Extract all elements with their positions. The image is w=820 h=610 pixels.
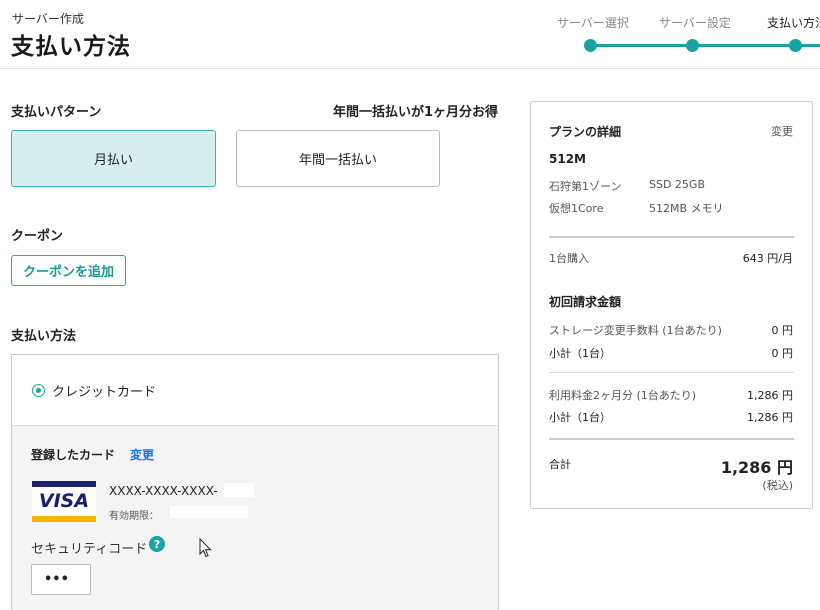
plan-name: 512M: [549, 152, 586, 166]
subtotal-value-1: 0 円: [771, 347, 794, 360]
monthly-payment-option[interactable]: 月払い: [11, 130, 216, 187]
total-value: 1,286 円: [720, 458, 793, 477]
security-code-input[interactable]: •••: [31, 564, 91, 595]
plan-zone: 石狩第1ゾーン: [549, 180, 622, 193]
card-brand-text: VISA: [38, 490, 90, 512]
add-coupon-button[interactable]: クーポンを追加: [11, 255, 126, 286]
credit-card-option[interactable]: クレジットカード: [12, 355, 498, 426]
stepper-line: [590, 44, 820, 47]
payment-method-box: クレジットカード 登録したカード 変更 VISA XXXX-XXXX-XXXX-…: [11, 354, 499, 610]
usage-fee-value: 1,286 円: [747, 389, 793, 402]
initial-billing-title: 初回請求金額: [549, 295, 622, 309]
card-change-link[interactable]: 変更: [130, 446, 154, 463]
subtotal-label-1: 小計（1台）: [549, 347, 611, 360]
divider: [549, 236, 794, 238]
card-number: XXXX-XXXX-XXXX-: [109, 484, 218, 498]
registered-card-panel: 登録したカード 変更 VISA XXXX-XXXX-XXXX- 有効期限： セキ…: [12, 426, 498, 610]
storage-fee-value: 0 円: [771, 324, 794, 337]
purchase-label: 1台購入: [549, 252, 589, 265]
payment-method-title: 支払い方法: [11, 329, 77, 344]
card-expiry-redaction: [170, 506, 248, 518]
plan-memory: 512MB メモリ: [649, 202, 724, 215]
subtotal-label-2: 小計（1台）: [549, 411, 611, 424]
storage-fee-label: ストレージ変更手数料 (1台あたり): [549, 324, 722, 337]
step-label-server-select: サーバー選択: [557, 16, 629, 30]
payment-pattern-title: 支払いパターン: [11, 105, 102, 120]
mouse-cursor-icon: [199, 538, 212, 558]
step-dot-2: [686, 39, 699, 52]
credit-card-label: クレジットカード: [52, 385, 157, 400]
security-code-label: セキュリティコード: [31, 542, 148, 557]
tax-note: (税込): [762, 479, 793, 492]
step-dot-3: [789, 39, 802, 52]
plan-change-link[interactable]: 変更: [771, 123, 793, 139]
plan-cpu: 仮想1Core: [549, 202, 604, 215]
purchase-price: 643 円/月: [742, 252, 793, 265]
total-label: 合計: [549, 458, 571, 471]
page-header: サーバー作成 支払い方法: [0, 0, 820, 69]
visa-logo-icon: VISA: [32, 481, 96, 522]
step-label-payment: 支払い方法: [767, 16, 820, 30]
help-icon[interactable]: ?: [149, 536, 165, 552]
coupon-title: クーポン: [11, 229, 64, 244]
subtotal-value-2: 1,286 円: [747, 411, 793, 424]
annual-payment-option[interactable]: 年間一括払い: [236, 130, 440, 187]
usage-fee-label: 利用料金2ヶ月分 (1台あたり): [549, 389, 697, 402]
divider: [549, 372, 794, 373]
step-label-server-settings: サーバー設定: [659, 16, 731, 30]
credit-card-radio[interactable]: [32, 384, 45, 397]
page-title: 支払い方法: [11, 34, 131, 60]
breadcrumb: サーバー作成: [12, 12, 84, 26]
plan-storage: SSD 25GB: [649, 178, 705, 191]
plan-details-title: プランの詳細: [549, 125, 622, 139]
plan-details-panel: プランの詳細 変更 512M 石狩第1ゾーン SSD 25GB 仮想1Core …: [530, 101, 813, 509]
card-number-redaction: [224, 483, 254, 497]
card-expiry-label: 有効期限：: [109, 511, 159, 522]
step-dot-1: [584, 39, 597, 52]
divider: [549, 438, 794, 440]
annual-promo-text: 年間一括払いが1ヶ月分お得: [332, 105, 498, 120]
registered-card-label: 登録したカード: [31, 448, 116, 462]
